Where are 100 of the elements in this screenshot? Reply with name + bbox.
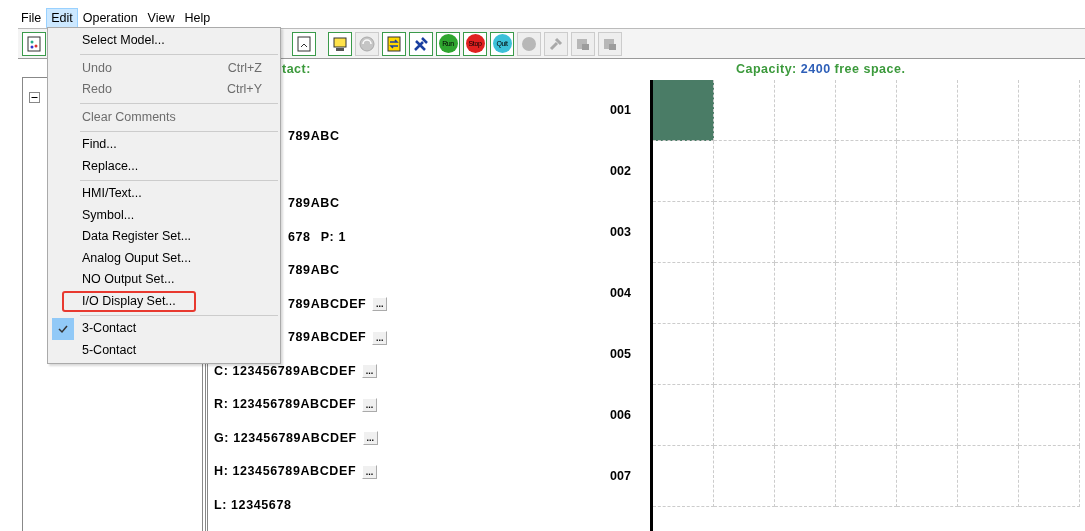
- grid-cell[interactable]: [958, 263, 1019, 324]
- menu-item[interactable]: Data Register Set...: [50, 226, 278, 248]
- grid-cell[interactable]: [958, 80, 1019, 141]
- grid-cell[interactable]: [775, 202, 836, 263]
- info-text: 789ABC: [288, 195, 340, 213]
- grid-cell[interactable]: [653, 80, 714, 141]
- grid-cell[interactable]: [958, 446, 1019, 507]
- info-text: H: 123456789ABCDEF: [214, 463, 357, 481]
- browse-button[interactable]: ...: [362, 397, 378, 412]
- grid-cell[interactable]: [775, 141, 836, 202]
- browse-button[interactable]: ...: [362, 431, 378, 446]
- grid-cell[interactable]: [714, 202, 775, 263]
- grid-cell[interactable]: [775, 385, 836, 446]
- menu-item[interactable]: View: [142, 8, 180, 28]
- browse-button[interactable]: ...: [372, 330, 388, 345]
- grid-cell[interactable]: [775, 80, 836, 141]
- grid-cell[interactable]: [958, 141, 1019, 202]
- toolbar-button[interactable]: [382, 31, 406, 56]
- grid-cell[interactable]: [714, 80, 775, 141]
- collapse-icon[interactable]: [29, 92, 40, 104]
- info-text: C: 123456789ABCDEF: [214, 362, 357, 380]
- grid-cell[interactable]: [775, 263, 836, 324]
- grid-cell[interactable]: [653, 385, 714, 446]
- info-text: R: 123456789ABCDEF: [214, 396, 357, 414]
- info-text: 789ABCDEF: [288, 329, 367, 347]
- capacity-label: Capacity:: [736, 61, 797, 79]
- menu-item[interactable]: File: [16, 8, 47, 28]
- menu-item[interactable]: HMI/Text...: [50, 183, 278, 205]
- grid-cell[interactable]: [897, 202, 958, 263]
- grid-cell[interactable]: [714, 324, 775, 385]
- check-icon: [52, 318, 74, 340]
- grid-cell[interactable]: [1019, 80, 1080, 141]
- grid-cell[interactable]: [897, 324, 958, 385]
- row-number: 002: [610, 163, 632, 181]
- grid-cell[interactable]: [714, 385, 775, 446]
- grid-cell[interactable]: [653, 141, 714, 202]
- menu-item[interactable]: NO Output Set...: [50, 269, 278, 291]
- grid-cell[interactable]: [653, 202, 714, 263]
- grid-cell[interactable]: [836, 324, 897, 385]
- cycle-icon: [358, 34, 376, 53]
- browse-button[interactable]: ...: [372, 297, 388, 312]
- row-number: 005: [610, 346, 632, 364]
- tools-icon: [412, 34, 430, 53]
- info-text: 789ABC: [288, 128, 340, 146]
- browse-button[interactable]: ...: [362, 464, 378, 479]
- menu-item[interactable]: Edit: [46, 8, 78, 28]
- menu-item[interactable]: Analog Ouput Set...: [50, 247, 278, 269]
- grid-cell[interactable]: [836, 80, 897, 141]
- monitor-icon: [331, 34, 349, 53]
- grid-cell[interactable]: [836, 263, 897, 324]
- grid-cell[interactable]: [836, 141, 897, 202]
- grid-cell[interactable]: [958, 202, 1019, 263]
- document-icon: [25, 34, 43, 53]
- grid-cell[interactable]: [836, 446, 897, 507]
- grid-cell[interactable]: [714, 141, 775, 202]
- menu-item[interactable]: Replace...: [50, 155, 278, 177]
- grid-cell[interactable]: [1019, 141, 1080, 202]
- menu-item[interactable]: 3-Contact: [50, 318, 278, 340]
- capacity-value: 2400: [800, 61, 831, 79]
- grid-cell[interactable]: [1019, 263, 1080, 324]
- grid-cell[interactable]: [653, 324, 714, 385]
- info-text: P: 1: [320, 228, 346, 246]
- menu-item[interactable]: Symbol...: [50, 204, 278, 226]
- grid-cell[interactable]: [714, 263, 775, 324]
- menu-item[interactable]: 5-Contact: [50, 339, 278, 361]
- row-number: 004: [610, 285, 632, 303]
- grid-cell[interactable]: [958, 385, 1019, 446]
- toolbar-button[interactable]: [328, 31, 352, 56]
- grid-cell[interactable]: [897, 80, 958, 141]
- document-icon: [295, 34, 313, 53]
- browse-button[interactable]: ...: [362, 364, 378, 379]
- grid-cell[interactable]: [897, 385, 958, 446]
- grid-cell[interactable]: [1019, 385, 1080, 446]
- toolbar-button[interactable]: [409, 31, 433, 56]
- row-number: 001: [610, 102, 632, 120]
- row-number: 006: [610, 407, 632, 425]
- menu-item[interactable]: Find...: [50, 134, 278, 156]
- grid-cell[interactable]: [897, 446, 958, 507]
- grid-cell[interactable]: [653, 263, 714, 324]
- menu-item[interactable]: Operation: [77, 8, 143, 28]
- grid-cell[interactable]: [775, 324, 836, 385]
- grid-cell[interactable]: [714, 446, 775, 507]
- row-number: 003: [610, 224, 632, 242]
- grid-cell[interactable]: [775, 446, 836, 507]
- info-text: 789ABC: [288, 262, 340, 280]
- info-text: L: 12345678: [214, 496, 292, 514]
- menu-item[interactable]: I/O Display Set...: [62, 290, 196, 312]
- grid-cell[interactable]: [897, 263, 958, 324]
- contact-label: tact:: [282, 62, 311, 77]
- grid-cell[interactable]: [958, 324, 1019, 385]
- grid-cell[interactable]: [836, 202, 897, 263]
- circle-icon: [520, 34, 538, 53]
- grid-cell[interactable]: [653, 446, 714, 507]
- menu-item[interactable]: Help: [179, 8, 216, 28]
- grid-cell[interactable]: [1019, 324, 1080, 385]
- grid-cell[interactable]: [897, 141, 958, 202]
- grid-cell[interactable]: [1019, 446, 1080, 507]
- grid-cell[interactable]: [836, 385, 897, 446]
- grid-cell[interactable]: [1019, 202, 1080, 263]
- menu-item[interactable]: Select Model...: [50, 30, 278, 52]
